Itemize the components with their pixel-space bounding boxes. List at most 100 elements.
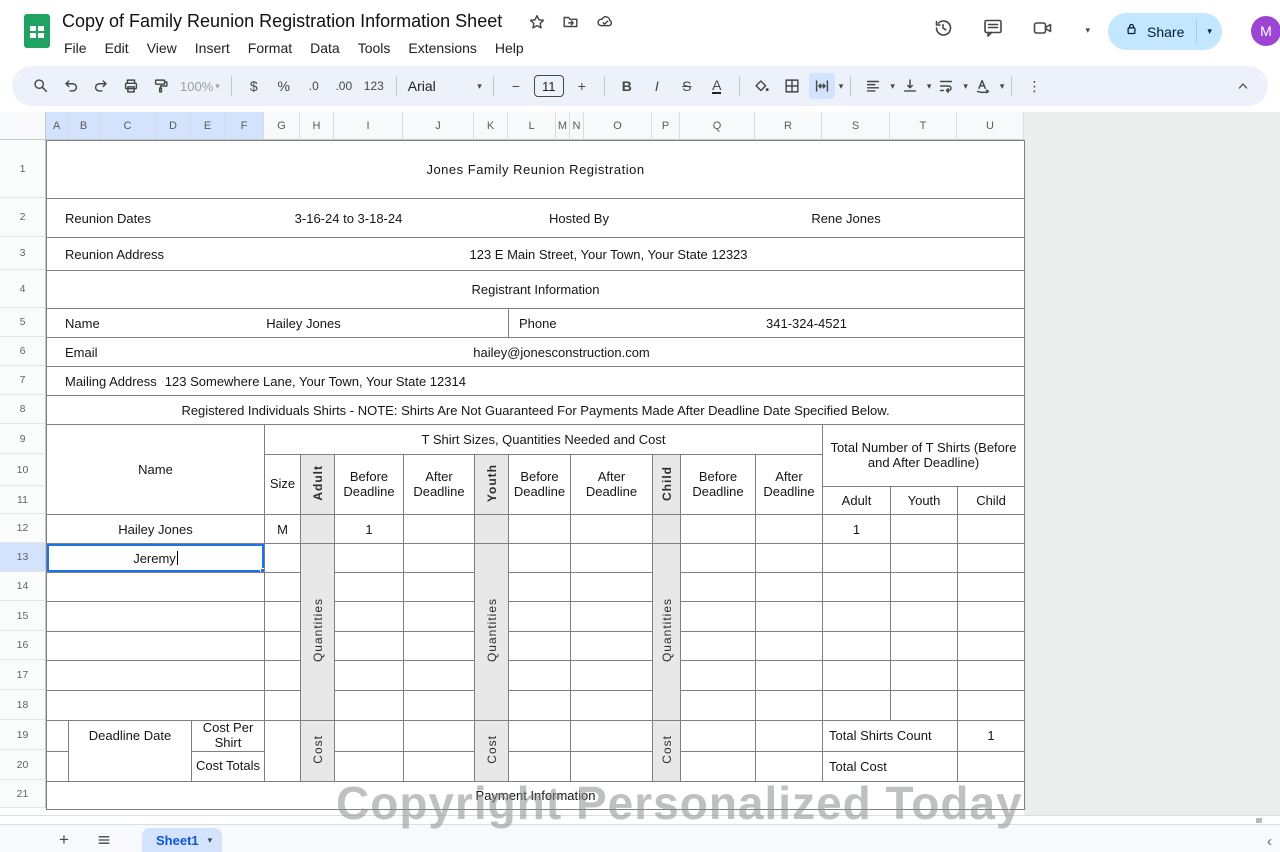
mailing-address-cell[interactable]: Mailing Address 123 Somewhere Lane, Your… <box>47 367 1025 396</box>
cell[interactable] <box>509 573 571 602</box>
row-header-10[interactable]: 10 <box>0 454 46 486</box>
menu-edit[interactable]: Edit <box>96 38 138 58</box>
all-sheets-icon[interactable] <box>92 828 116 852</box>
cell[interactable] <box>47 573 265 602</box>
column-header-g[interactable]: G <box>264 112 300 140</box>
cell[interactable] <box>47 691 265 721</box>
row-header-5[interactable]: 5 <box>0 308 46 337</box>
row-header-2[interactable]: 2 <box>0 198 46 237</box>
cell[interactable] <box>891 691 958 721</box>
cell[interactable] <box>509 721 571 752</box>
column-header-j[interactable]: J <box>403 112 474 140</box>
cell[interactable] <box>404 632 475 661</box>
video-call-icon[interactable] <box>1031 16 1057 45</box>
youth-before-header[interactable]: Before Deadline <box>509 455 571 515</box>
row-header-14[interactable]: 14 <box>0 572 46 601</box>
cell[interactable] <box>571 721 653 752</box>
registrant-row-size[interactable]: M <box>265 515 301 544</box>
search-icon[interactable] <box>28 73 54 99</box>
menu-tools[interactable]: Tools <box>349 38 400 58</box>
merge-cells-caret-icon[interactable]: ▾ <box>839 81 844 92</box>
cell[interactable] <box>958 573 1025 602</box>
adult-cost-column[interactable]: Cost <box>301 721 335 782</box>
redo-icon[interactable] <box>88 73 114 99</box>
decrease-font-size-button[interactable]: − <box>503 73 529 99</box>
cell[interactable] <box>404 573 475 602</box>
italic-button[interactable]: I <box>644 73 670 99</box>
cell[interactable] <box>335 661 404 691</box>
column-header-s[interactable]: S <box>822 112 890 140</box>
sheets-logo-icon[interactable] <box>24 14 50 48</box>
cell[interactable] <box>823 573 891 602</box>
shirt-totals-header[interactable]: Total Number of T Shirts (Before and Aft… <box>823 425 1025 487</box>
adult-column-header[interactable]: Adult <box>301 455 335 515</box>
cell[interactable] <box>265 602 301 632</box>
youth-quantities-column[interactable]: Quantities <box>475 544 509 721</box>
cell[interactable] <box>681 661 756 691</box>
cell[interactable] <box>891 602 958 632</box>
registrant-row-adult-total[interactable]: 1 <box>823 515 891 544</box>
cell[interactable] <box>571 691 653 721</box>
cell[interactable] <box>756 721 823 752</box>
row-header-17[interactable]: 17 <box>0 660 46 690</box>
cell[interactable] <box>47 632 265 661</box>
cell[interactable] <box>681 573 756 602</box>
column-header-p[interactable]: P <box>652 112 680 140</box>
column-header-b[interactable]: B <box>68 112 100 140</box>
hide-menus-icon[interactable] <box>1230 73 1256 99</box>
row-header-8[interactable]: 8 <box>0 395 46 424</box>
cell[interactable] <box>823 544 891 573</box>
font-family-select[interactable]: Arial▾ <box>408 78 482 94</box>
shirt-name-header[interactable]: Name <box>47 425 265 515</box>
vertical-align-icon[interactable] <box>897 73 923 99</box>
cell[interactable] <box>681 515 756 544</box>
cell[interactable] <box>404 515 475 544</box>
menu-view[interactable]: View <box>138 38 186 58</box>
column-header-e[interactable]: E <box>191 112 225 140</box>
menu-extensions[interactable]: Extensions <box>399 38 485 58</box>
print-icon[interactable] <box>118 73 144 99</box>
cell[interactable] <box>756 661 823 691</box>
fill-color-icon[interactable] <box>749 73 775 99</box>
registrant-row-name[interactable]: Hailey Jones <box>47 515 265 544</box>
row-header-15[interactable]: 15 <box>0 601 46 631</box>
column-header-q[interactable]: Q <box>680 112 755 140</box>
column-header-h[interactable]: H <box>300 112 334 140</box>
row-header-13[interactable]: 13 <box>0 543 46 572</box>
menu-help[interactable]: Help <box>486 38 533 58</box>
cell[interactable] <box>681 602 756 632</box>
cell[interactable] <box>571 632 653 661</box>
sheet-tab-caret-icon[interactable]: ▾ <box>208 835 213 846</box>
document-title[interactable]: Copy of Family Reunion Registration Info… <box>62 11 502 32</box>
text-color-button[interactable]: A <box>704 73 730 99</box>
child-after-header[interactable]: After Deadline <box>756 455 823 515</box>
cell[interactable] <box>404 721 475 752</box>
cell[interactable] <box>958 632 1025 661</box>
vertical-align-caret-icon[interactable]: ▾ <box>927 81 932 92</box>
cell[interactable] <box>823 691 891 721</box>
number-format-button[interactable]: 123 <box>361 73 387 99</box>
cell[interactable] <box>475 515 509 544</box>
cell[interactable] <box>891 573 958 602</box>
cell[interactable] <box>653 515 681 544</box>
reunion-dates-row[interactable]: Reunion Dates 3-16-24 to 3-18-24 Hosted … <box>47 199 1025 238</box>
row-header-16[interactable]: 16 <box>0 631 46 660</box>
more-options-button[interactable]: ⋮ <box>1021 73 1047 99</box>
deadline-date-cell[interactable]: Deadline Date <box>69 721 192 782</box>
column-header-a[interactable]: A <box>46 112 68 140</box>
cell[interactable] <box>509 632 571 661</box>
cell[interactable] <box>756 515 823 544</box>
select-all-corner[interactable] <box>0 112 46 140</box>
format-currency-button[interactable]: $ <box>241 73 267 99</box>
cell[interactable] <box>958 661 1025 691</box>
cell[interactable] <box>891 632 958 661</box>
total-adult-header[interactable]: Adult <box>823 487 891 515</box>
row-header-3[interactable]: 3 <box>0 237 46 270</box>
column-header-i[interactable]: I <box>334 112 403 140</box>
cell[interactable] <box>756 632 823 661</box>
size-header[interactable]: Size <box>265 455 301 515</box>
row-header-18[interactable]: 18 <box>0 690 46 720</box>
cell[interactable] <box>404 602 475 632</box>
cell[interactable] <box>509 691 571 721</box>
video-call-caret-icon[interactable]: ▾ <box>1085 25 1090 36</box>
